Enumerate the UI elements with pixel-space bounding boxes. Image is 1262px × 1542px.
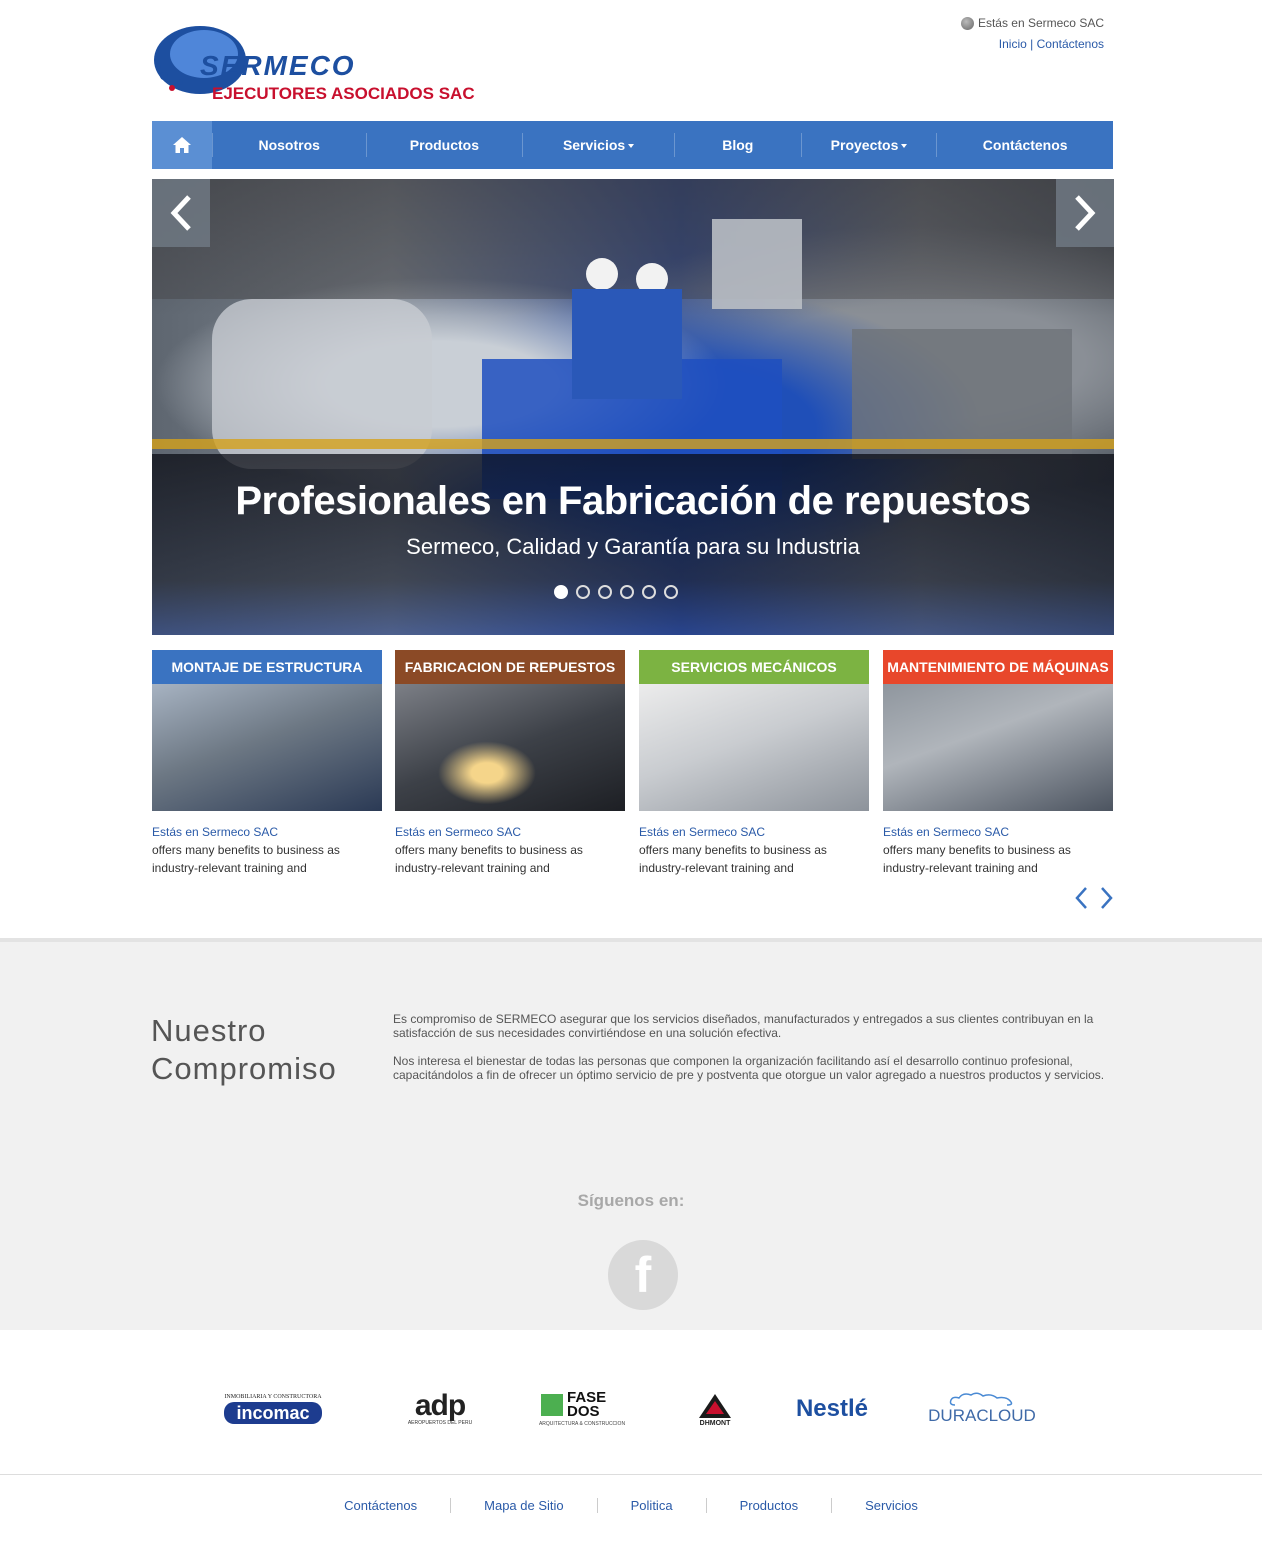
footer-link-mapa[interactable]: Mapa de Sitio [450, 1498, 597, 1513]
chevron-down-icon [628, 144, 635, 149]
card-description: offers many benefits to business as indu… [639, 843, 827, 875]
partner-logo-nestle[interactable]: Nestlé [792, 1384, 872, 1434]
facebook-icon[interactable]: f [608, 1240, 678, 1310]
card-title[interactable]: SERVICIOS MECÁNICOS [639, 650, 869, 684]
slider-subheadline: Sermeco, Calidad y Garantía para su Indu… [406, 534, 860, 559]
slider-dot-5[interactable] [642, 585, 656, 599]
nav-item-nosotros[interactable]: Nosotros [211, 133, 366, 157]
card-title[interactable]: MONTAJE DE ESTRUCTURA [152, 650, 382, 684]
chevron-left-icon [170, 195, 191, 231]
chevron-left-icon[interactable] [1074, 886, 1088, 910]
slider-dot-6[interactable] [664, 585, 678, 599]
sermeco-logo[interactable]: SERMECO EJECUTORES ASOCIADOS SAC [152, 14, 475, 104]
nav-item-servicios[interactable]: Servicios [522, 133, 674, 157]
logo-wordmark: SERMECO [200, 50, 356, 81]
hero-slider: Profesionales en Fabricación de repuesto… [152, 179, 1114, 635]
slider-prev-button[interactable] [152, 179, 210, 247]
footer-link-productos[interactable]: Productos [705, 1498, 832, 1513]
card-carousel-controls [1074, 886, 1114, 910]
slider-headline: Profesionales en Fabricación de repuesto… [235, 479, 1031, 523]
footer-link-politica[interactable]: Politica [596, 1498, 706, 1513]
service-card[interactable]: FABRICACION DE REPUESTOS Estás en Sermec… [395, 650, 625, 877]
card-title[interactable]: FABRICACION DE REPUESTOS [395, 650, 625, 684]
chevron-right-icon[interactable] [1100, 886, 1114, 910]
commitment-title: Nuestro Compromiso [151, 1013, 337, 1086]
partner-logo-incomac[interactable]: INMOBILIARIA Y CONSTRUCTORA incomac [216, 1384, 330, 1434]
follow-label: Síguenos en: [577, 1191, 685, 1210]
top-link-contactenos[interactable]: Contáctenos [1037, 37, 1104, 51]
card-link[interactable]: Estás en Sermeco SAC [152, 825, 382, 839]
home-icon [172, 137, 191, 153]
location-text: Estás en Sermeco SAC [977, 16, 1104, 30]
dhmont-mountain-icon [699, 1393, 731, 1418]
footer-link-servicios[interactable]: Servicios [831, 1498, 951, 1513]
logo-subtitle: EJECUTORES ASOCIADOS SAC [212, 84, 475, 103]
top-link-separator: | [1030, 37, 1034, 51]
card-image[interactable] [883, 684, 1113, 811]
service-card[interactable]: MONTAJE DE ESTRUCTURA Estás en Sermeco S… [152, 650, 382, 877]
commitment-paragraph: Nos interesa el bienestar de todas las p… [393, 1054, 1105, 1082]
nav-item-blog[interactable]: Blog [673, 133, 801, 157]
footer-nav: Contáctenos Mapa de Sitio Politica Produ… [0, 1498, 1262, 1513]
nav-item-productos[interactable]: Productos [365, 133, 523, 157]
partner-logo-duracloud[interactable]: DURACLOUD [928, 1384, 1036, 1434]
slider-next-button[interactable] [1056, 179, 1114, 247]
card-image[interactable] [639, 684, 869, 811]
card-image[interactable] [152, 684, 382, 811]
service-card[interactable]: SERVICIOS MECÁNICOS Estás en Sermeco SAC… [639, 650, 869, 877]
service-card[interactable]: MANTENIMIENTO DE MÁQUINAS Estás en Serme… [883, 650, 1113, 877]
footer-divider [0, 1474, 1262, 1475]
slider-dot-1[interactable] [554, 585, 568, 599]
card-link[interactable]: Estás en Sermeco SAC [395, 825, 625, 839]
partner-logo-adp[interactable]: adp AEROPUERTOS DEL PERU [400, 1384, 480, 1434]
chevron-down-icon [901, 144, 908, 149]
header-utility: Estás en Sermeco SAC Inicio | Contácteno… [960, 16, 1104, 51]
partner-logo-fasedos[interactable]: FASE DOS ARQUITECTURA & CONSTRUCCION [537, 1384, 627, 1434]
nav-item-contactenos[interactable]: Contáctenos [936, 133, 1113, 157]
top-link-inicio[interactable]: Inicio [999, 37, 1027, 51]
card-description: offers many benefits to business as indu… [152, 843, 340, 875]
card-description: offers many benefits to business as indu… [395, 843, 583, 875]
card-link[interactable]: Estás en Sermeco SAC [639, 825, 869, 839]
main-nav: Nosotros Productos Servicios Blog Proyec… [152, 121, 1113, 169]
card-title[interactable]: MANTENIMIENTO DE MÁQUINAS [883, 650, 1113, 684]
commitment-text: Es compromiso de SERMECO asegurar que lo… [393, 1012, 1113, 1096]
slider-dot-2[interactable] [576, 585, 590, 599]
card-link[interactable]: Estás en Sermeco SAC [883, 825, 1113, 839]
partner-logo-dhmont[interactable]: DHMONT [690, 1384, 740, 1434]
card-image[interactable] [395, 684, 625, 811]
slider-pagination [554, 585, 678, 599]
footer-link-contactenos[interactable]: Contáctenos [311, 1498, 450, 1513]
fasedos-mark-icon [541, 1394, 563, 1416]
card-description: offers many benefits to business as indu… [883, 843, 1071, 875]
globe-icon [960, 16, 974, 30]
chevron-right-icon [1075, 195, 1096, 231]
nav-home[interactable] [152, 121, 212, 169]
slider-dot-3[interactable] [598, 585, 612, 599]
slider-dot-4[interactable] [620, 585, 634, 599]
cloud-icon [949, 1392, 1013, 1406]
commitment-paragraph: Es compromiso de SERMECO asegurar que lo… [393, 1012, 1094, 1040]
nav-item-proyectos[interactable]: Proyectos [800, 133, 937, 157]
